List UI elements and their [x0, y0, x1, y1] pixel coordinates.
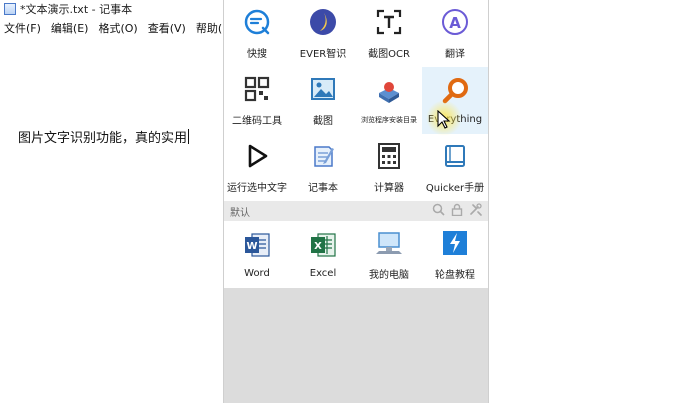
window-title: *文本演示.txt - 记事本 — [20, 3, 133, 16]
action-label: Quicker手册 — [425, 183, 485, 194]
menu-format[interactable]: 格式(O) — [94, 20, 143, 36]
action-label: 快搜 — [247, 49, 267, 60]
action-label: 我的电脑 — [369, 270, 409, 281]
screenshot-ocr-icon — [374, 7, 404, 37]
quicker-panel: 快搜 EVER智识 截图OCR A 翻译 二维码工具 截图 浏览程序安装目录 运… — [223, 0, 489, 403]
action-label: 二维码工具 — [232, 116, 282, 127]
calculator-icon — [374, 141, 404, 171]
action-screenshot-ocr[interactable]: 截图OCR — [356, 0, 422, 67]
excel-icon: X — [308, 230, 338, 260]
notepad-app-icon — [4, 3, 16, 15]
action-word[interactable]: W Word — [224, 221, 290, 288]
action-label: Word — [244, 268, 270, 279]
menu-file[interactable]: 文件(F) — [0, 20, 47, 36]
image-icon — [308, 74, 338, 104]
translate-icon: A — [440, 7, 470, 37]
section-tools — [432, 203, 482, 219]
action-label: 计算器 — [374, 183, 404, 194]
search-icon[interactable] — [432, 203, 445, 219]
tools-icon[interactable] — [469, 203, 482, 219]
svg-text:A: A — [449, 14, 461, 32]
play-icon — [242, 141, 272, 171]
action-label: 翻译 — [445, 49, 465, 60]
action-label: Excel — [309, 268, 337, 279]
action-calculator[interactable]: 计算器 — [356, 134, 422, 201]
action-ever-ai[interactable]: EVER智识 — [290, 0, 356, 67]
text-caret — [188, 129, 190, 144]
action-my-computer[interactable]: 我的电脑 — [356, 221, 422, 288]
section-header: 默认 — [224, 201, 488, 221]
quicker-default-grid: W Word X Excel 我的电脑 轮盘教程 — [224, 221, 488, 288]
lightning-icon — [440, 228, 470, 258]
action-translate[interactable]: A 翻译 — [422, 0, 488, 67]
menu-edit[interactable]: 编辑(E) — [47, 20, 95, 36]
word-icon: W — [242, 230, 272, 260]
notepad-icon — [308, 141, 338, 171]
action-excel[interactable]: X Excel — [290, 221, 356, 288]
search-circle-icon — [242, 7, 272, 37]
action-label: 截图OCR — [368, 49, 410, 60]
browse-install-dir-icon — [374, 77, 404, 107]
section-label: 默认 — [230, 207, 250, 219]
action-label: 运行选中文字 — [227, 183, 287, 194]
action-quick-search[interactable]: 快搜 — [224, 0, 290, 67]
action-label: 轮盘教程 — [435, 270, 475, 281]
action-qr-tool[interactable]: 二维码工具 — [224, 67, 290, 134]
action-label: 记事本 — [308, 183, 338, 194]
book-icon — [440, 141, 470, 171]
menu-view[interactable]: 查看(V) — [144, 20, 192, 36]
svg-text:X: X — [314, 241, 322, 252]
ever-ai-icon — [308, 7, 338, 37]
action-label: 截图 — [313, 116, 333, 127]
action-screenshot[interactable]: 截图 — [290, 67, 356, 134]
qr-code-icon — [242, 74, 272, 104]
lock-icon[interactable] — [451, 203, 463, 219]
action-label: 浏览程序安装目录 — [361, 115, 417, 124]
action-browse-install-dir[interactable]: 浏览程序安装目录 — [356, 67, 422, 134]
action-notepad[interactable]: 记事本 — [290, 134, 356, 201]
action-wheel-tutorial[interactable]: 轮盘教程 — [422, 221, 488, 288]
computer-icon — [374, 228, 404, 258]
action-label: EVER智识 — [299, 49, 347, 60]
svg-text:W: W — [246, 241, 257, 252]
editor-text[interactable]: 图片文字识别功能，真的实用 — [18, 127, 190, 146]
action-run-selected-text[interactable]: 运行选中文字 — [224, 134, 290, 201]
action-quicker-manual[interactable]: Quicker手册 — [422, 134, 488, 201]
editor-content: 图片文字识别功能，真的实用 — [18, 131, 188, 146]
mouse-cursor-icon — [437, 110, 451, 129]
